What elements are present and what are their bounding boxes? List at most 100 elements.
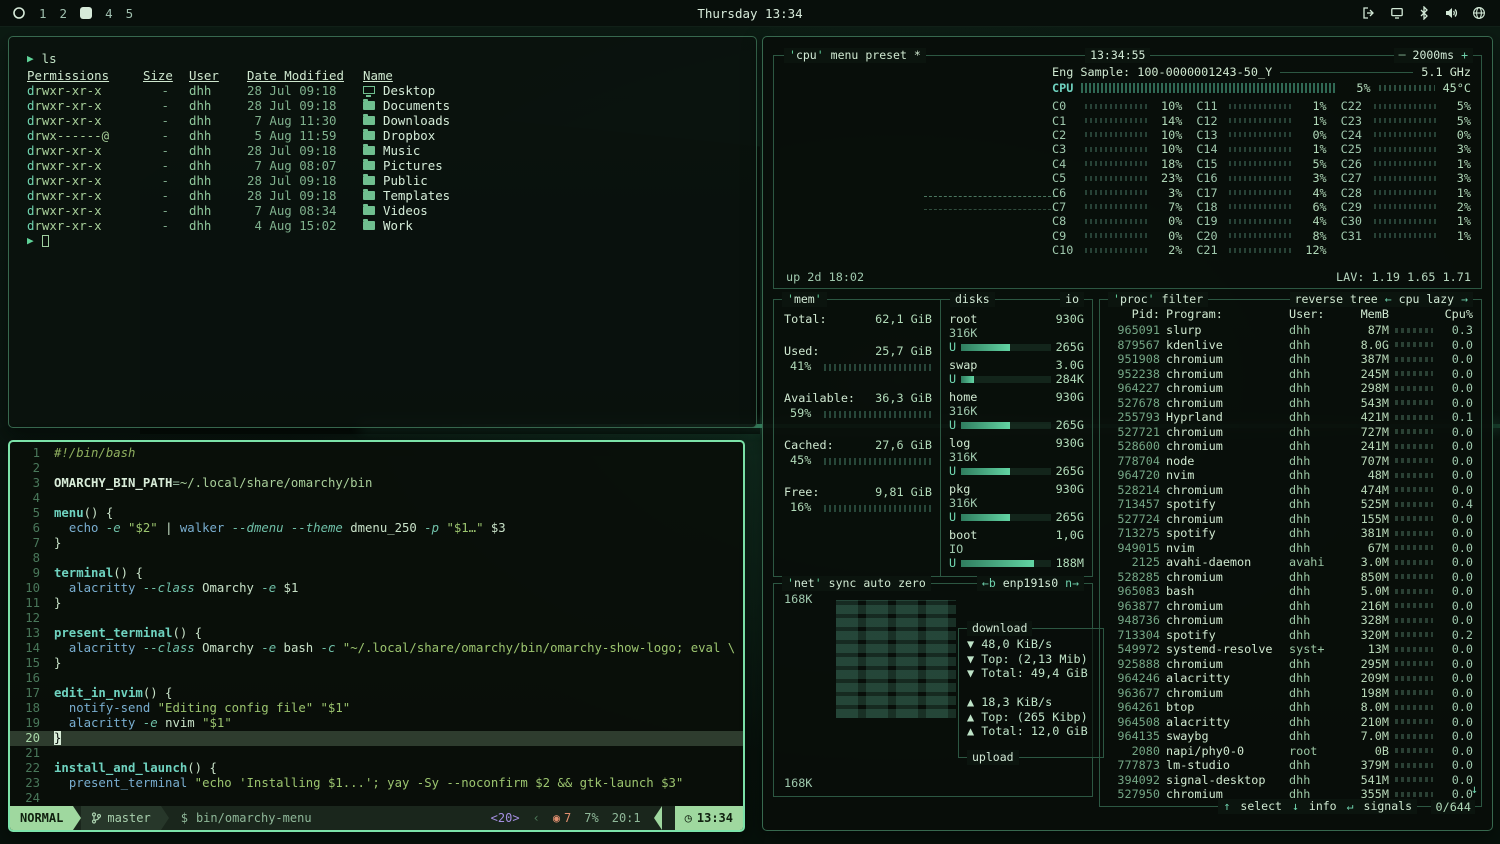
code-editor[interactable]: 1 #!/bin/bash 2 3 OMARCHY_BIN_PATH=~/.lo… xyxy=(10,446,743,806)
workspace-4[interactable]: 4 xyxy=(105,6,113,21)
col-cpu[interactable]: Cpu% xyxy=(1439,307,1473,321)
code-line[interactable]: 13 present_terminal() { xyxy=(10,626,743,641)
sort-prev-button[interactable]: ← xyxy=(1385,292,1392,307)
code-line[interactable]: 7 } xyxy=(10,536,743,551)
btop-window[interactable]: 'cpu' menu preset * 13:34:55 ─ 2000ms + … xyxy=(762,36,1493,831)
core-percent: 1% xyxy=(1441,157,1471,171)
interval-increase-button[interactable]: + xyxy=(1461,48,1468,63)
workspace-active-indicator[interactable] xyxy=(80,7,92,19)
col-user[interactable]: User: xyxy=(1289,307,1335,321)
col-program[interactable]: Program: xyxy=(1166,307,1283,321)
process-row[interactable]: 965083 bash dhh 5.0M 0.0 xyxy=(1108,584,1473,599)
process-row[interactable]: 549972 systemd-resolve syst+ 13M 0.0 xyxy=(1108,642,1473,657)
code-line[interactable]: 20 } xyxy=(10,731,743,746)
file-type-icon xyxy=(363,206,375,215)
process-row[interactable]: 963877 chromium dhh 216M 0.0 xyxy=(1108,599,1473,614)
code-line[interactable]: 2 xyxy=(10,461,743,476)
code-line[interactable]: 3 OMARCHY_BIN_PATH=~/.local/share/omarch… xyxy=(10,476,743,491)
code-line[interactable]: 23 present_terminal "echo 'Installing $1… xyxy=(10,776,743,791)
net-zero-button[interactable]: zero xyxy=(898,576,926,591)
clock[interactable]: Thursday 13:34 xyxy=(697,6,802,21)
net-next-iface-button[interactable]: n→ xyxy=(1065,576,1079,591)
process-row[interactable]: 777873 lm-studio dhh 379M 0.0 xyxy=(1108,758,1473,773)
file-permissions: drwxr-xr-x xyxy=(27,83,131,98)
key-select[interactable]: ↑ xyxy=(1223,799,1230,814)
process-row[interactable]: 527678 chromium dhh 543M 0.0 xyxy=(1108,396,1473,411)
omarchy-logo-icon[interactable] xyxy=(12,6,26,20)
bluetooth-icon[interactable] xyxy=(1418,6,1430,20)
code-line[interactable]: 18 notify-send "Editing config file" "$1… xyxy=(10,701,743,716)
process-row[interactable]: 948736 chromium dhh 328M 0.0 xyxy=(1108,613,1473,628)
process-row[interactable]: 2125 avahi-daemon avahi 3.0M 0.0 xyxy=(1108,555,1473,570)
filter-button[interactable]: filter xyxy=(1162,292,1204,307)
workspace-2[interactable]: 2 xyxy=(60,6,68,21)
process-row[interactable]: 964720 nvim dhh 48M 0.0 xyxy=(1108,468,1473,483)
process-row[interactable]: 713304 spotify dhh 320M 0.2 xyxy=(1108,628,1473,643)
net-sync-button[interactable]: sync xyxy=(829,576,857,591)
terminal-window-ls[interactable]: ▶ ls Permissions Size User Date Modified… xyxy=(8,36,757,428)
volume-icon[interactable] xyxy=(1444,6,1458,20)
code-line[interactable]: 9 terminal() { xyxy=(10,566,743,581)
process-cpu: 0.0 xyxy=(1439,570,1473,585)
process-row[interactable]: 925888 chromium dhh 295M 0.0 xyxy=(1108,657,1473,672)
code-line[interactable]: 24 xyxy=(10,791,743,806)
process-row[interactable]: 964135 swaybg dhh 7.0M 0.0 xyxy=(1108,729,1473,744)
process-row[interactable]: 528600 chromium dhh 241M 0.0 xyxy=(1108,439,1473,454)
sort-next-button[interactable]: → xyxy=(1461,292,1468,307)
menu-button[interactable]: menu xyxy=(831,48,859,63)
col-memb[interactable]: MemB xyxy=(1341,307,1389,321)
code-line[interactable]: 6 echo -e "$2" | walker --dmenu --theme … xyxy=(10,521,743,536)
code-line[interactable]: 15 } xyxy=(10,656,743,671)
process-row[interactable]: 394092 signal-desktop dhh 541M 0.0 xyxy=(1108,773,1473,788)
code-line[interactable]: 10 alacritty --class Omarchy -e $1 xyxy=(10,581,743,596)
process-row[interactable]: 963677 chromium dhh 198M 0.0 xyxy=(1108,686,1473,701)
process-row[interactable]: 255793 Hyprland dhh 421M 0.1 xyxy=(1108,410,1473,425)
globe-icon[interactable] xyxy=(1472,6,1486,20)
code-line[interactable]: 16 xyxy=(10,671,743,686)
process-row[interactable]: 713275 spotify dhh 381M 0.0 xyxy=(1108,526,1473,541)
net-auto-button[interactable]: auto xyxy=(863,576,891,591)
process-row[interactable]: 527724 chromium dhh 155M 0.0 xyxy=(1108,512,1473,527)
process-row[interactable]: 952238 chromium dhh 245M 0.0 xyxy=(1108,367,1473,382)
key-signals[interactable]: ↵ xyxy=(1347,799,1354,814)
scroll-down-arrow[interactable]: ↓ xyxy=(1471,782,1478,796)
process-row[interactable]: 964261 btop dhh 8.0M 0.0 xyxy=(1108,700,1473,715)
process-row[interactable]: 949015 nvim dhh 67M 0.0 xyxy=(1108,541,1473,556)
process-row[interactable]: 951908 chromium dhh 387M 0.0 xyxy=(1108,352,1473,367)
code-line[interactable]: 12 xyxy=(10,611,743,626)
code-line[interactable]: 8 xyxy=(10,551,743,566)
workspace-5[interactable]: 5 xyxy=(126,6,134,21)
process-row[interactable]: 527721 chromium dhh 727M 0.0 xyxy=(1108,425,1473,440)
key-info[interactable]: ↓ xyxy=(1292,799,1299,814)
display-icon[interactable] xyxy=(1390,6,1404,20)
tree-button[interactable]: tree xyxy=(1350,292,1378,307)
code-line[interactable]: 4 xyxy=(10,491,743,506)
process-row[interactable]: 964508 alacritty dhh 210M 0.0 xyxy=(1108,715,1473,730)
col-pid[interactable]: Pid: xyxy=(1108,307,1160,321)
process-row[interactable]: 2080 napi/phy0-0 root 0B 0.0 xyxy=(1108,744,1473,759)
code-line[interactable]: 17 edit_in_nvim() { xyxy=(10,686,743,701)
logout-icon[interactable] xyxy=(1362,6,1376,20)
code-line[interactable]: 5 menu() { xyxy=(10,506,743,521)
process-row[interactable]: 965091 slurp dhh 87M 0.3 xyxy=(1108,323,1473,338)
shell-prompt-empty[interactable]: ▶ xyxy=(27,233,738,248)
code-line[interactable]: 22 install_and_launch() { xyxy=(10,761,743,776)
reverse-button[interactable]: reverse xyxy=(1295,292,1343,307)
code-line[interactable]: 14 alacritty --class Omarchy -e bash -c … xyxy=(10,641,743,656)
workspace-1[interactable]: 1 xyxy=(39,6,47,21)
net-prev-iface-button[interactable]: ←b xyxy=(982,576,996,591)
code-line[interactable]: 1 #!/bin/bash xyxy=(10,446,743,461)
code-line[interactable]: 19 alacritty -e nvim "$1" xyxy=(10,716,743,731)
interval-decrease-button[interactable]: ─ xyxy=(1399,48,1406,63)
process-row[interactable]: 528214 chromium dhh 474M 0.0 xyxy=(1108,483,1473,498)
process-row[interactable]: 964227 chromium dhh 298M 0.0 xyxy=(1108,381,1473,396)
code-line[interactable]: 11 } xyxy=(10,596,743,611)
process-row[interactable]: 778704 node dhh 707M 0.0 xyxy=(1108,454,1473,469)
process-row[interactable]: 713457 spotify dhh 525M 0.4 xyxy=(1108,497,1473,512)
preset-button[interactable]: preset * xyxy=(865,48,920,63)
neovim-window[interactable]: 1 #!/bin/bash 2 3 OMARCHY_BIN_PATH=~/.lo… xyxy=(8,440,745,832)
code-line[interactable]: 21 xyxy=(10,746,743,761)
process-row[interactable]: 879567 kdenlive dhh 8.0G 0.0 xyxy=(1108,338,1473,353)
process-row[interactable]: 964246 alacritty dhh 209M 0.0 xyxy=(1108,671,1473,686)
process-row[interactable]: 528285 chromium dhh 850M 0.0 xyxy=(1108,570,1473,585)
